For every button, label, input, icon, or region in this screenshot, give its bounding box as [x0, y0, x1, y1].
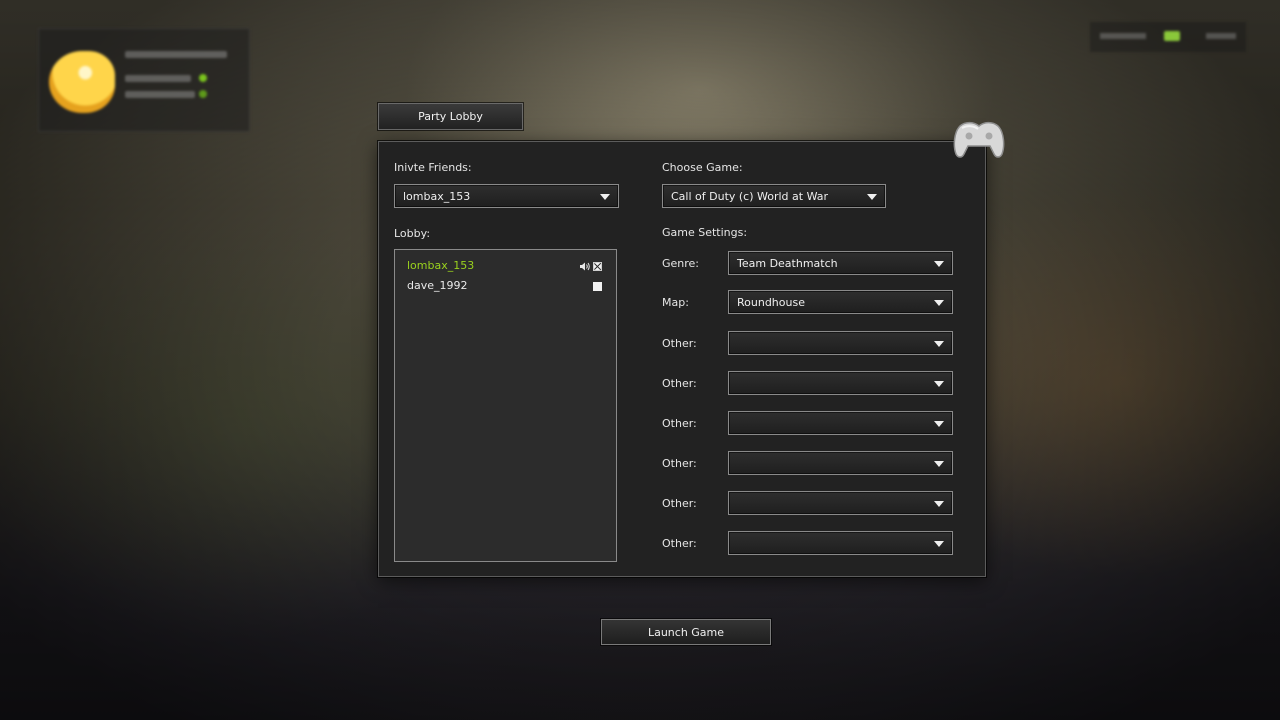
avatar — [49, 51, 115, 113]
status-text-blurred — [1100, 33, 1146, 39]
other-label: Other: — [662, 537, 697, 550]
other-dropdown[interactable] — [728, 491, 953, 515]
map-value: Roundhouse — [737, 295, 805, 309]
genre-dropdown[interactable]: Team Deathmatch — [728, 251, 953, 275]
other-label: Other: — [662, 457, 697, 470]
choose-game-dropdown[interactable]: Call of Duty (c) World at War — [662, 184, 886, 208]
speaker-icon[interactable] — [579, 261, 590, 272]
chevron-down-icon — [934, 541, 944, 547]
map-dropdown[interactable]: Roundhouse — [728, 290, 953, 314]
other-dropdown[interactable] — [728, 411, 953, 435]
top-right-status — [1090, 22, 1246, 52]
other-label: Other: — [662, 337, 697, 350]
lobby-list: lombax_153 dave_1992 — [394, 249, 617, 562]
game-settings-label: Game Settings: — [662, 226, 748, 239]
launch-game-button[interactable]: Launch Game — [601, 619, 771, 645]
invite-friends-dropdown[interactable]: lombax_153 — [394, 184, 619, 208]
invite-friends-label: Inivte Friends: — [394, 161, 472, 174]
other-label: Other: — [662, 377, 697, 390]
chevron-down-icon — [934, 501, 944, 507]
profile-name-blurred — [125, 51, 227, 58]
chevron-down-icon — [934, 300, 944, 306]
status-dot — [199, 90, 207, 98]
map-label: Map: — [662, 296, 689, 309]
profile-status-blurred — [125, 75, 191, 82]
choose-game-label: Choose Game: — [662, 161, 743, 174]
list-item[interactable]: lombax_153 — [407, 259, 607, 275]
list-item[interactable]: dave_1992 — [407, 279, 607, 295]
close-box-icon[interactable] — [593, 262, 602, 271]
chevron-down-icon — [867, 194, 877, 200]
chevron-down-icon — [934, 341, 944, 347]
other-dropdown[interactable] — [728, 371, 953, 395]
chevron-down-icon — [934, 261, 944, 267]
profile-card — [38, 28, 250, 132]
chevron-down-icon — [934, 381, 944, 387]
chevron-down-icon — [600, 194, 610, 200]
gamepad-icon — [953, 121, 1005, 158]
status-indicator — [1164, 31, 1180, 41]
genre-label: Genre: — [662, 257, 700, 270]
tab-party-lobby[interactable]: Party Lobby — [378, 103, 523, 130]
chevron-down-icon — [934, 461, 944, 467]
genre-value: Team Deathmatch — [737, 256, 838, 270]
chevron-down-icon — [934, 421, 944, 427]
status-text-blurred — [1206, 33, 1236, 39]
other-label: Other: — [662, 417, 697, 430]
player-name: dave_1992 — [407, 279, 468, 292]
square-icon[interactable] — [593, 282, 602, 291]
other-dropdown[interactable] — [728, 451, 953, 475]
other-label: Other: — [662, 497, 697, 510]
lobby-label: Lobby: — [394, 227, 431, 240]
profile-detail-blurred — [125, 91, 195, 98]
player-name: lombax_153 — [407, 259, 475, 272]
choose-game-value: Call of Duty (c) World at War — [671, 189, 829, 203]
other-dropdown[interactable] — [728, 531, 953, 555]
online-dot — [199, 74, 207, 82]
invite-friends-value: lombax_153 — [403, 189, 471, 203]
other-dropdown[interactable] — [728, 331, 953, 355]
